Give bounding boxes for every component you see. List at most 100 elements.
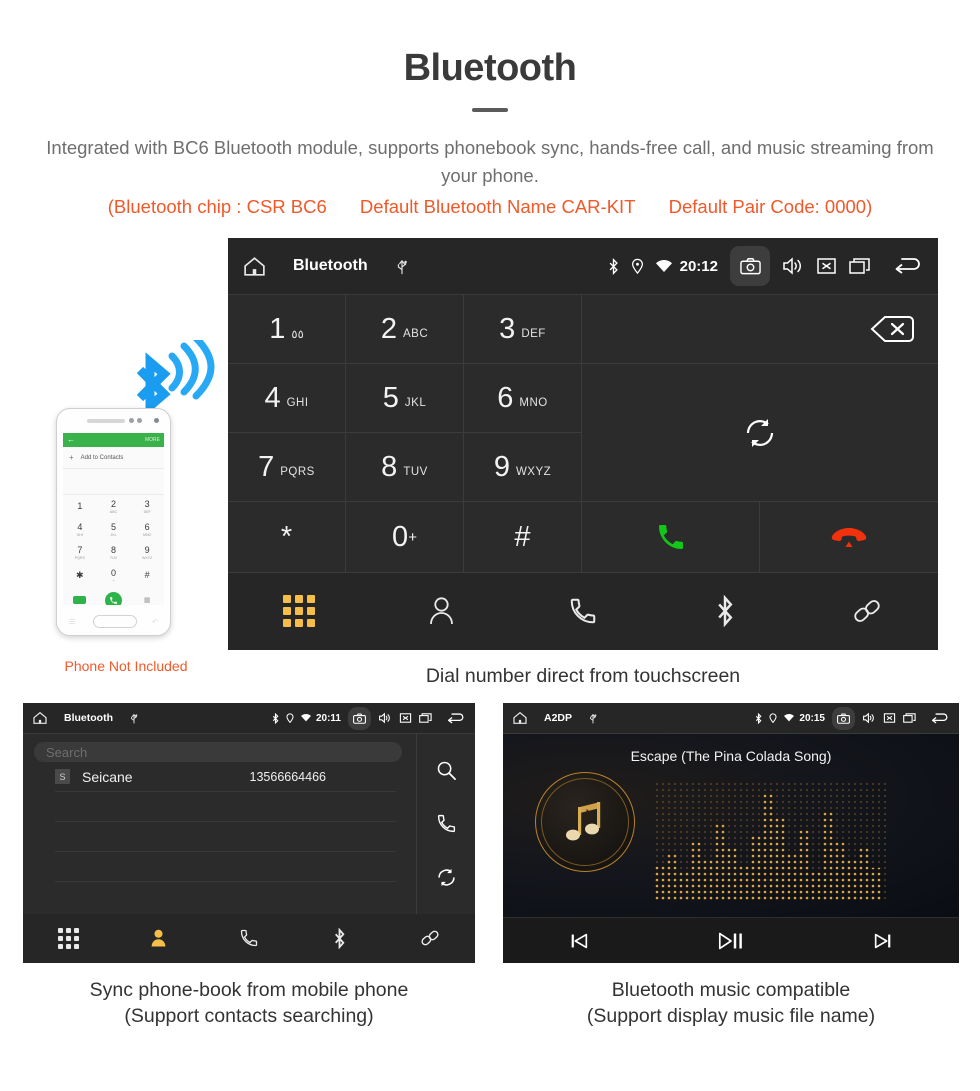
spec-line: (Bluetooth chip : CSR BC6 Default Blueto… [0, 196, 980, 218]
video-call-icon [73, 596, 87, 604]
handset-icon [570, 598, 596, 624]
key-8[interactable]: 8 TUV [346, 433, 464, 502]
music-caption: Bluetooth music compatible (Support disp… [503, 977, 959, 1030]
key-5[interactable]: 5 JKL [346, 364, 464, 433]
phone-sensor [129, 418, 134, 423]
back-icon[interactable] [931, 712, 950, 725]
next-track-button[interactable] [807, 930, 959, 952]
play-pause-button[interactable] [655, 928, 807, 954]
tab-call-log[interactable] [204, 928, 294, 948]
volume-icon[interactable] [378, 712, 392, 724]
wifi-icon [301, 714, 311, 722]
key-9[interactable]: 9 WXYZ [464, 433, 582, 502]
contact-row[interactable]: S Seicane 13566664466 [55, 762, 396, 792]
call-icon [658, 525, 683, 549]
screenshot-camera-icon[interactable] [832, 706, 855, 730]
phone-call-icon [104, 591, 122, 605]
sync-icon[interactable] [436, 867, 457, 888]
home-icon[interactable] [512, 710, 528, 726]
recent-apps-icon[interactable] [419, 712, 433, 724]
contact-person-icon [429, 597, 453, 625]
phone-key: 7 PQRS [74, 545, 85, 560]
bluetooth-waves-icon [136, 340, 215, 410]
call-icon[interactable] [436, 813, 457, 834]
sync-contacts-button[interactable] [582, 364, 938, 502]
mute-icon[interactable] [883, 712, 896, 724]
key-2[interactable]: 2 ABC [346, 295, 464, 364]
key-hash[interactable]: # [464, 502, 582, 573]
screenshot-camera-icon[interactable] [730, 246, 770, 286]
phonebook-caption-line1: Sync phone-book from mobile phone [89, 979, 409, 1001]
phone-key: 2 ABC [109, 499, 118, 514]
phone-key: 4 GHI [76, 522, 84, 537]
music-caption-line1: Bluetooth music compatible [611, 979, 851, 1001]
mute-icon[interactable] [399, 712, 412, 724]
tab-link[interactable] [796, 596, 938, 626]
bluetooth-status-icon [272, 712, 279, 724]
hangup-button[interactable] [760, 502, 938, 573]
tab-contacts[interactable] [113, 928, 203, 948]
phone-body: ← MORE + Add to Contacts 1 2 ABC 3 DEF 4 GH… [56, 408, 171, 636]
tab-call-log[interactable] [512, 596, 654, 626]
tab-link[interactable] [385, 928, 475, 948]
usb-icon [394, 257, 410, 275]
phone-menu-key: ☰ [69, 619, 76, 626]
tab-keypad[interactable] [228, 595, 370, 627]
tab-bluetooth-devices[interactable] [654, 595, 796, 627]
phone-earpiece [87, 419, 125, 423]
phonebook-side-actions [417, 734, 475, 914]
music-controls [503, 917, 959, 963]
title-divider [472, 107, 508, 112]
link-chain-icon [421, 930, 439, 946]
dialer-keypad: 1 ٥٥ 2 ABC 3 DEF 4 GHI 5 JKL 6 MNO 7 PQR… [228, 295, 938, 573]
search-icon[interactable] [436, 760, 457, 781]
phonebook-caption: Sync phone-book from mobile phone (Suppo… [23, 977, 475, 1030]
volume-icon[interactable] [862, 712, 876, 724]
page-title: Bluetooth [403, 47, 577, 89]
back-icon[interactable] [894, 256, 924, 276]
screenshot-camera-icon[interactable] [348, 706, 371, 730]
keypad-grid-icon [283, 595, 315, 627]
previous-icon [571, 933, 588, 948]
key-3[interactable]: 3 DEF [464, 295, 582, 364]
tab-keypad[interactable] [23, 927, 113, 949]
music-screen: A2DP 20:15 Escape (The Pina Colada Song) [503, 703, 959, 963]
search-placeholder: Search [46, 744, 88, 760]
tab-bluetooth-devices[interactable] [294, 927, 384, 949]
key-0[interactable]: 0 + [346, 502, 464, 573]
key-7[interactable]: 7 PQRS [228, 433, 346, 502]
contact-number: 13566664466 [249, 769, 326, 784]
number-display-row[interactable] [582, 295, 938, 364]
album-art [535, 772, 635, 872]
tab-contacts[interactable] [370, 596, 512, 626]
recent-apps-icon[interactable] [903, 712, 917, 724]
dialer-title: Bluetooth [293, 257, 368, 274]
keypad-grid-icon [57, 927, 79, 949]
volume-icon[interactable] [782, 256, 804, 276]
page-subtitle: Integrated with BC6 Bluetooth module, su… [46, 136, 934, 186]
contact-row-empty [55, 852, 396, 882]
spec-chip: (Bluetooth chip : CSR BC6 [107, 196, 327, 218]
bluetooth-status-icon [608, 257, 619, 275]
key-1[interactable]: 1 ٥٥ [228, 295, 346, 364]
key-star[interactable]: * [228, 502, 346, 573]
back-icon[interactable] [447, 712, 466, 725]
previous-track-button[interactable] [503, 930, 655, 952]
call-button[interactable] [582, 502, 760, 573]
key-4[interactable]: 4 GHI [228, 364, 346, 433]
phone-key: 1 [77, 501, 83, 511]
backspace-icon[interactable] [870, 315, 914, 343]
recent-apps-icon[interactable] [849, 256, 872, 276]
phone-key: 6 MNO [142, 522, 152, 537]
phone-key: ✱ [76, 569, 84, 580]
bluetooth-icon [718, 595, 733, 627]
home-icon[interactable] [242, 254, 267, 279]
dialer-navbar [228, 573, 938, 649]
phone-key: 3 DEF [143, 499, 151, 514]
phone-more-label: MORE [145, 437, 160, 443]
key-6[interactable]: 6 MNO [464, 364, 582, 433]
home-icon[interactable] [32, 710, 48, 726]
search-input[interactable]: Search [34, 742, 402, 762]
mute-icon[interactable] [816, 256, 837, 276]
phone-not-included-note: Phone Not Included [64, 658, 188, 674]
